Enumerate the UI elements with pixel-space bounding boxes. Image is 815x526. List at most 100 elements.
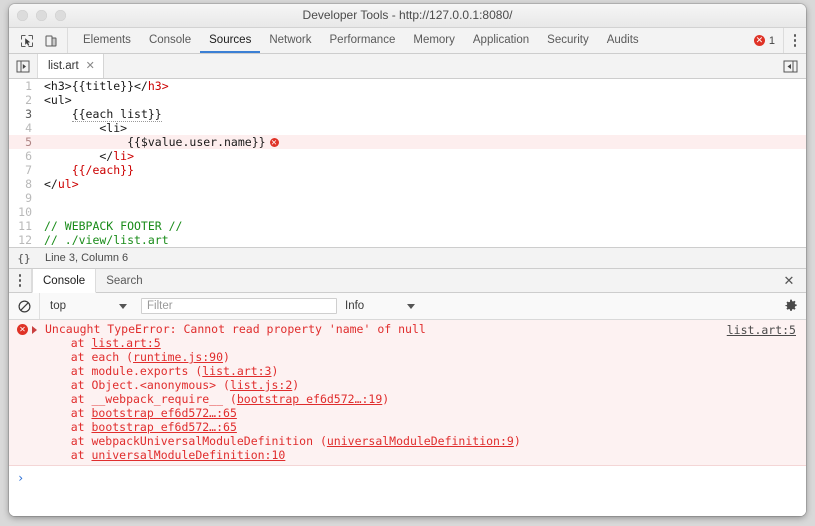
stack-frame-link[interactable]: universalModuleDefinition:9: [327, 434, 514, 448]
code-token: <h3>{{title}}</: [44, 79, 148, 93]
line-number: 1: [9, 79, 39, 93]
line-number: 7: [9, 163, 39, 177]
more-vertical-icon[interactable]: [9, 269, 32, 292]
pretty-print-icon[interactable]: {}: [9, 252, 39, 265]
line-number: 9: [9, 191, 39, 205]
chevron-down-icon: [119, 303, 127, 309]
error-count-badge[interactable]: ✕ 1: [748, 28, 784, 53]
tab-security[interactable]: Security: [538, 28, 598, 53]
close-drawer-icon[interactable]: ✕: [780, 272, 798, 290]
error-count-label: 1: [768, 34, 775, 47]
line-number: 8: [9, 177, 39, 191]
code-line[interactable]: 9: [9, 191, 806, 205]
console-prompt[interactable]: ›: [9, 466, 806, 487]
code-line[interactable]: 11 // WEBPACK FOOTER //: [9, 219, 806, 233]
console-error-entry[interactable]: ✕ Uncaught TypeError: Cannot read proper…: [9, 320, 806, 466]
window-title: Developer Tools - http://127.0.0.1:8080/: [302, 8, 513, 22]
stack-frame-suffix: ): [382, 392, 390, 406]
code-token: {{/each}}: [71, 163, 135, 177]
stack-frame-link[interactable]: list.js:2: [230, 378, 292, 392]
tab-network[interactable]: Network: [260, 28, 320, 53]
collapse-sidebar-icon[interactable]: [781, 58, 799, 74]
console-toolbar: top Info: [9, 293, 806, 320]
code-line[interactable]: 6 </li>: [9, 149, 806, 163]
code-line[interactable]: 2 <ul>: [9, 93, 806, 107]
line-number: 10: [9, 205, 39, 219]
panel-tabs: Elements Console Sources Network Perform…: [74, 28, 648, 53]
code-line-error[interactable]: 5 {{$value.user.name}} ✕: [9, 135, 806, 149]
stack-frame-prefix: at: [43, 448, 92, 462]
code-token: li>: [113, 149, 135, 163]
stack-frame-link[interactable]: bootstrap ef6d572…:19: [237, 392, 382, 406]
tab-console[interactable]: Console: [140, 28, 200, 53]
drawer-tab-console[interactable]: Console: [32, 269, 97, 293]
stack-frame-suffix: ): [223, 350, 230, 364]
stack-frame: at bootstrap ef6d572…:65: [9, 420, 806, 434]
log-level-select[interactable]: Info: [343, 300, 423, 312]
console-source-link[interactable]: list.art:5: [727, 323, 796, 337]
stack-frame-link[interactable]: list.art:5: [91, 336, 160, 350]
stack-frame: at each (runtime.js:90): [9, 350, 806, 364]
cursor-position-label: Line 3, Column 6: [45, 252, 129, 264]
devtools-toolbar: Elements Console Sources Network Perform…: [9, 28, 806, 54]
execution-context-select[interactable]: top: [39, 293, 135, 319]
tab-application[interactable]: Application: [464, 28, 538, 53]
tab-memory[interactable]: Memory: [404, 28, 464, 53]
disclosure-triangle-icon[interactable]: [32, 326, 42, 334]
code-line[interactable]: 12 // ./view/list.art: [9, 233, 806, 247]
gear-icon[interactable]: [776, 293, 806, 319]
error-icon: ✕: [753, 35, 765, 46]
toolbar-right-group: ✕ 1: [748, 28, 806, 53]
error-icon: ✕: [17, 324, 28, 335]
console-filter-input[interactable]: [141, 298, 337, 314]
inline-error-icon[interactable]: ✕: [269, 138, 279, 147]
tab-elements[interactable]: Elements: [74, 28, 140, 53]
more-vertical-icon[interactable]: [784, 28, 806, 53]
editor-status-bar: {} Line 3, Column 6: [9, 247, 806, 269]
show-navigator-icon[interactable]: [9, 54, 38, 78]
line-number: 5: [9, 135, 39, 149]
stack-frame-prefix: at module.exports (: [43, 364, 203, 378]
tab-performance[interactable]: Performance: [321, 28, 405, 53]
code-line[interactable]: 4 <li>: [9, 121, 806, 135]
console-drawer: Console Search ✕ top Filter Info ✕ Uncau…: [9, 269, 806, 516]
stack-frame: at bootstrap ef6d572…:65: [9, 406, 806, 420]
code-line[interactable]: 8 </ul>: [9, 177, 806, 191]
drawer-tabstrip: Console Search ✕: [9, 269, 806, 293]
stack-frame-prefix: at: [43, 336, 92, 350]
kebab-dot: [793, 39, 797, 42]
code-token: // ./view/list.art: [44, 233, 169, 247]
stack-frame: at Object.<anonymous> (list.js:2): [9, 378, 806, 392]
stack-frame-link[interactable]: bootstrap ef6d572…:65: [91, 420, 236, 434]
stack-frame-link[interactable]: bootstrap ef6d572…:65: [91, 406, 236, 420]
stack-frame-prefix: at Object.<anonymous> (: [43, 378, 230, 392]
chevron-down-icon: [407, 303, 415, 309]
code-line-content: </ul>: [39, 177, 806, 191]
code-line[interactable]: 7 {{/each}}: [9, 163, 806, 177]
device-toolbar-icon[interactable]: [42, 32, 59, 49]
close-icon[interactable]: ✕: [86, 60, 95, 72]
code-token: <li>: [44, 121, 128, 135]
code-editor[interactable]: 1 <h3>{{title}}</h3> 2 <ul> 3 {{each lis…: [9, 79, 806, 247]
file-tab-list-art[interactable]: list.art ✕: [38, 54, 104, 78]
code-line-content: // WEBPACK FOOTER //: [39, 219, 806, 233]
stack-frame-link[interactable]: universalModuleDefinition:10: [91, 448, 285, 462]
console-output[interactable]: ✕ Uncaught TypeError: Cannot read proper…: [9, 320, 806, 516]
code-line[interactable]: 3 {{each list}}: [9, 107, 806, 122]
stack-frame-link[interactable]: list.art:3: [202, 364, 271, 378]
toolbar-icon-group: [9, 28, 68, 53]
tab-sources[interactable]: Sources: [200, 28, 261, 53]
code-line[interactable]: 10: [9, 205, 806, 219]
code-line-content: {{$value.user.name}} ✕: [39, 135, 806, 149]
file-tab-label: list.art: [48, 60, 79, 72]
stack-frame-link[interactable]: runtime.js:90: [133, 350, 223, 364]
drawer-tab-search[interactable]: Search: [96, 269, 152, 292]
code-line[interactable]: 1 <h3>{{title}}</h3>: [9, 79, 806, 93]
log-level-value: Info: [345, 300, 365, 312]
code-token: ul>: [57, 177, 79, 191]
clear-console-icon[interactable]: [9, 299, 39, 313]
inspect-element-icon[interactable]: [18, 32, 35, 49]
tab-audits[interactable]: Audits: [598, 28, 648, 53]
code-token: {{each list}}: [71, 107, 162, 122]
